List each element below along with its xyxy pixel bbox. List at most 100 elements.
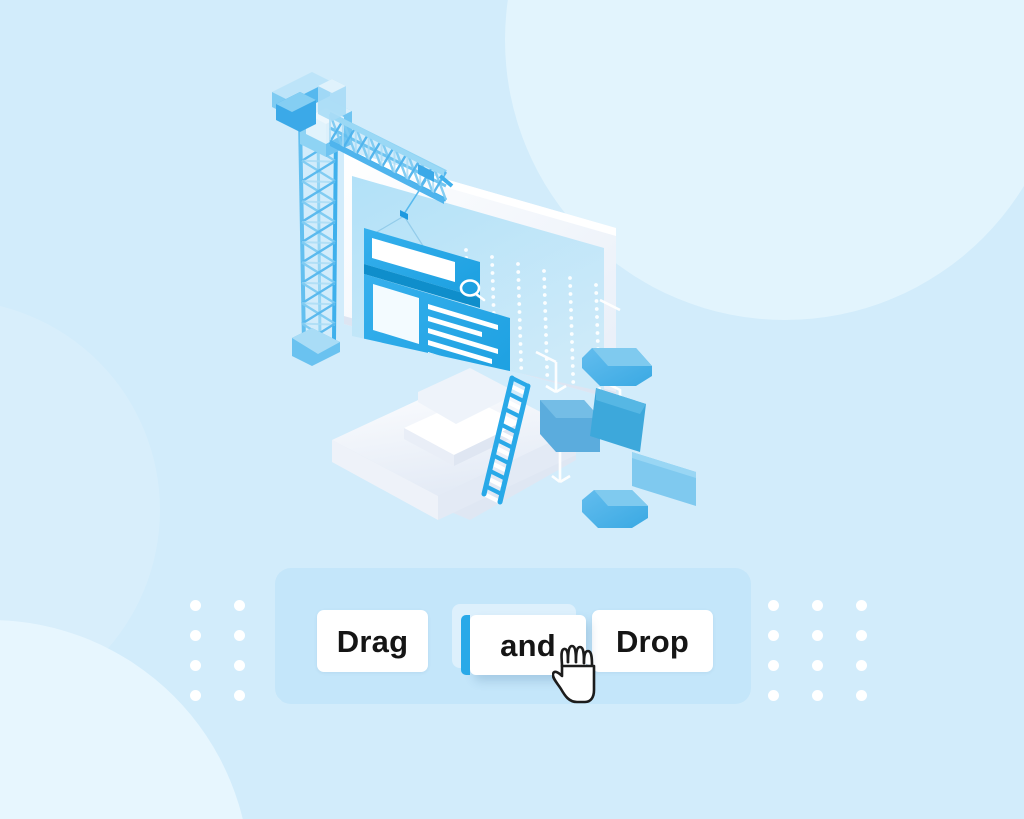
screen-dot [545,389,550,392]
screen-dot [595,323,600,327]
screen-dot [595,331,600,335]
screen-dot [464,248,468,252]
grid-dot [812,690,823,701]
screen-dot [571,388,576,392]
screen-dot [516,286,521,290]
screen-dot [542,293,547,297]
screen-dot [517,310,522,314]
screen-dot [542,277,547,281]
screen-dot [595,339,600,343]
screen-dot [491,287,495,291]
screen-dot [569,332,574,336]
screen-dot [519,366,524,370]
screen-dot [518,334,523,338]
grid-dot [234,660,245,671]
grid-dot [190,690,201,701]
screen-dot [571,380,576,384]
grid-dot [190,630,201,641]
screen-dot [594,307,599,311]
crane-lattice-member [301,261,336,265]
hand-grab-icon [552,644,596,704]
screen-dot [570,348,575,352]
grid-dot [768,690,779,701]
grid-dot [234,690,245,701]
screen-dot [543,325,548,329]
chip-accent-bar [461,615,470,675]
crane-lattice-member [301,281,336,285]
screen-dot [545,365,549,369]
grid-dot [234,600,245,611]
screen-dot [569,308,573,312]
crane-lattice-member [301,200,336,204]
screen-dot [569,324,574,328]
grid-dot [768,630,779,641]
grid-dot [812,630,823,641]
screen-dot [571,372,575,376]
screen-dot [544,349,549,353]
screen-dot [542,269,546,273]
screen-dot [570,340,574,344]
screen-dot [518,342,523,346]
screen-dot [594,283,598,287]
crane-lattice-member [301,241,336,245]
screen-dot [543,309,548,313]
chip-drop[interactable]: Drop [592,610,713,672]
screen-dot [518,326,522,330]
chip-drag[interactable]: Drag [317,610,428,672]
chip-drop-label: Drop [615,623,690,659]
screen-dot [517,318,522,322]
grid-dot [856,600,867,611]
screen-dot [570,364,575,368]
screen-dot [568,276,572,280]
screen-dot [570,356,575,360]
screen-dot [545,381,550,385]
screen-dot [568,284,573,288]
ladder-rung [508,383,529,396]
screen-dot [518,350,523,354]
pill-block-bottom [582,490,648,528]
crane-lattice-member [301,159,336,163]
screen-dot [491,303,496,307]
screen-dot [568,300,573,304]
grid-dot [190,600,201,611]
screen-dot [519,358,523,362]
screen-dot [519,374,524,378]
crane-lattice-member [301,322,336,326]
ladder-rung [509,375,531,389]
monitor-base [332,368,576,520]
grid-dot [190,660,201,671]
screen-dot [516,262,520,266]
screen-dot [542,285,547,289]
illustration-stage: Drag and Drop [0,0,1024,819]
screen-dot [516,270,521,274]
grid-dot [812,600,823,611]
screen-dot [544,341,549,345]
screen-dot [517,302,522,306]
grid-dot [856,660,867,671]
screen-dot [572,396,576,400]
chip-drag-label: Drag [336,623,409,659]
screen-dot [569,316,574,320]
dot-grid-right [768,600,898,701]
screen-dot [491,295,496,299]
screen-dot [516,278,521,282]
screen-dot [595,315,599,319]
screen-dot [594,291,599,295]
grid-dot [768,660,779,671]
screen-dot [544,333,548,337]
screen-dot [490,255,494,259]
grid-dot [856,630,867,641]
screen-dot [490,271,495,275]
screen-dot [543,301,547,305]
crane-lattice-member [301,302,336,306]
screen-dot [545,373,550,377]
screen-dot [517,294,521,298]
screen-dot [490,279,495,283]
chip-and-label: and [500,627,556,663]
crane-monitor-illustration [0,0,1024,580]
crane-lattice-member [301,180,336,184]
grid-dot [812,660,823,671]
grid-dot [768,600,779,611]
crane-lattice-member [301,220,336,224]
screen-dot [543,317,548,321]
